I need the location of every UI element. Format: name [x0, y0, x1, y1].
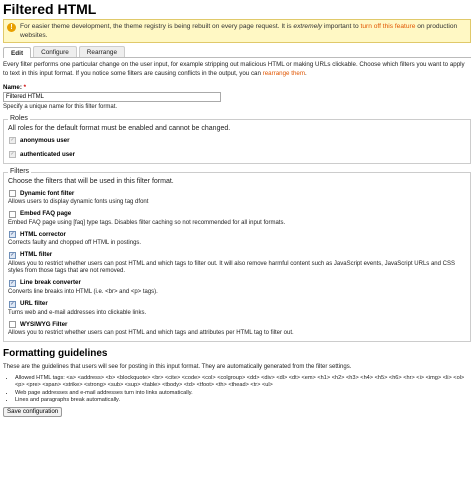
- name-label-text: Name:: [3, 84, 22, 91]
- rearrange-link[interactable]: rearrange them: [263, 70, 305, 77]
- filter-line-break-description: Converts line breaks into HTML (i.e. <br…: [8, 288, 158, 295]
- filter-item-dynamic-font: Dynamic font filter Allows users to disp…: [8, 189, 466, 207]
- filter-item-html-filter: ✓ HTML filter Allows you to restrict whe…: [8, 251, 466, 276]
- tab-rearrange[interactable]: Rearrange: [78, 46, 125, 57]
- guideline-web-addresses: Web page addresses and e-mail addresses …: [15, 390, 471, 397]
- filter-wysiwyg-description: Allows you to restrict whether users can…: [8, 330, 294, 337]
- filter-dynamic-font-label: Dynamic font filter: [20, 189, 75, 197]
- guidelines-intro: These are the guidelines that users will…: [3, 363, 352, 370]
- required-marker: *: [23, 84, 27, 91]
- roles-legend: Roles: [10, 115, 28, 122]
- role-anonymous-checkbox: ✓: [9, 137, 16, 144]
- filter-wysiwyg-checkbox[interactable]: [9, 321, 16, 329]
- filter-wysiwyg-label: WYSIWYG Filter: [20, 320, 68, 328]
- role-authenticated-label: authenticated user: [20, 150, 76, 158]
- roles-fieldset: Roles All roles for the default format m…: [3, 115, 471, 164]
- save-configuration-button[interactable]: Save configuration: [3, 407, 63, 418]
- filters-description: Choose the filters that will be used in …: [8, 178, 174, 185]
- warning-message: ! For easier theme development, the them…: [3, 19, 471, 43]
- intro-text: Every filter performs one particular cha…: [3, 61, 471, 78]
- tab-bar: Edit Configure Rearrange: [3, 46, 471, 58]
- filter-html-corrector-label: HTML corrector: [20, 230, 66, 238]
- name-input[interactable]: [3, 92, 221, 102]
- filter-dynamic-font-description: Allows users to display dynamic fonts us…: [8, 199, 149, 205]
- filter-url-filter-checkbox[interactable]: ✓: [9, 300, 16, 308]
- filter-line-break-label: Line break converter: [20, 279, 81, 287]
- name-label: Name: *: [3, 84, 471, 92]
- intro-body: Every filter performs one particular cha…: [3, 61, 465, 77]
- intro-end: .: [304, 69, 307, 77]
- filter-item-url-filter: ✓ URL filter Turns web and e-mail addres…: [8, 300, 466, 318]
- filter-url-filter-label: URL filter: [20, 300, 48, 308]
- filter-embed-faq-label: Embed FAQ page: [20, 210, 72, 218]
- filter-embed-faq-checkbox[interactable]: [9, 210, 16, 218]
- filter-line-break-checkbox[interactable]: ✓: [9, 279, 16, 287]
- role-anonymous: ✓ anonymous user: [8, 136, 466, 145]
- tab-configure[interactable]: Configure: [33, 46, 77, 57]
- name-description: Specify a unique name for this filter fo…: [3, 104, 118, 110]
- filter-html-corrector-checkbox[interactable]: ✓: [9, 231, 16, 239]
- filter-html-filter-checkbox[interactable]: ✓: [9, 251, 16, 259]
- guideline-allowed-tags: Allowed HTML tags: <a> <address> <b> <bl…: [15, 375, 471, 390]
- filters-fieldset: Filters Choose the filters that will be …: [3, 168, 471, 342]
- filter-dynamic-font-checkbox[interactable]: [9, 190, 16, 197]
- tab-edit[interactable]: Edit: [3, 47, 32, 58]
- warning-text-em: extremely: [293, 23, 323, 30]
- role-authenticated: ✓ authenticated user: [8, 150, 466, 159]
- guideline-line-breaks: Lines and paragraphs break automatically…: [15, 397, 471, 404]
- filter-item-html-corrector: ✓ HTML corrector Corrects faulty and cho…: [8, 230, 466, 248]
- filter-item-line-break: ✓ Line break converter Converts line bre…: [8, 279, 466, 297]
- role-authenticated-checkbox: ✓: [9, 151, 16, 158]
- roles-description: All roles for the default format must be…: [8, 125, 231, 132]
- guidelines-list: Allowed HTML tags: <a> <address> <b> <bl…: [3, 375, 471, 405]
- page-content: Filtered HTML ! For easier theme develop…: [0, 0, 474, 418]
- filter-url-filter-description: Turns web and e-mail addresses into clic…: [8, 309, 147, 316]
- formatting-guidelines-heading: Formatting guidelines: [3, 347, 108, 359]
- role-anonymous-label: anonymous user: [20, 136, 70, 144]
- filter-html-corrector-description: Corrects faulty and chopped off HTML in …: [8, 240, 142, 247]
- filters-legend: Filters: [10, 168, 30, 175]
- turn-off-feature-link[interactable]: turn off this feature: [361, 23, 416, 30]
- warning-text-mid: important to: [322, 23, 361, 30]
- name-field-group: Name: * Specify a unique name for this f…: [3, 84, 471, 111]
- warning-icon: !: [7, 23, 16, 32]
- filter-embed-faq-description: Embed FAQ page using [faq] type tags. Di…: [8, 219, 286, 226]
- filter-item-wysiwyg: WYSIWYG Filter Allows you to restrict wh…: [8, 320, 466, 338]
- filter-item-embed-faq: Embed FAQ page Embed FAQ page using [faq…: [8, 210, 466, 228]
- warning-text-pre: For easier theme development, the theme …: [20, 23, 294, 30]
- filter-html-filter-label: HTML filter: [20, 251, 53, 259]
- page-title: Filtered HTML: [3, 1, 97, 17]
- filter-html-filter-description: Allows you to restrict whether users can…: [8, 260, 455, 275]
